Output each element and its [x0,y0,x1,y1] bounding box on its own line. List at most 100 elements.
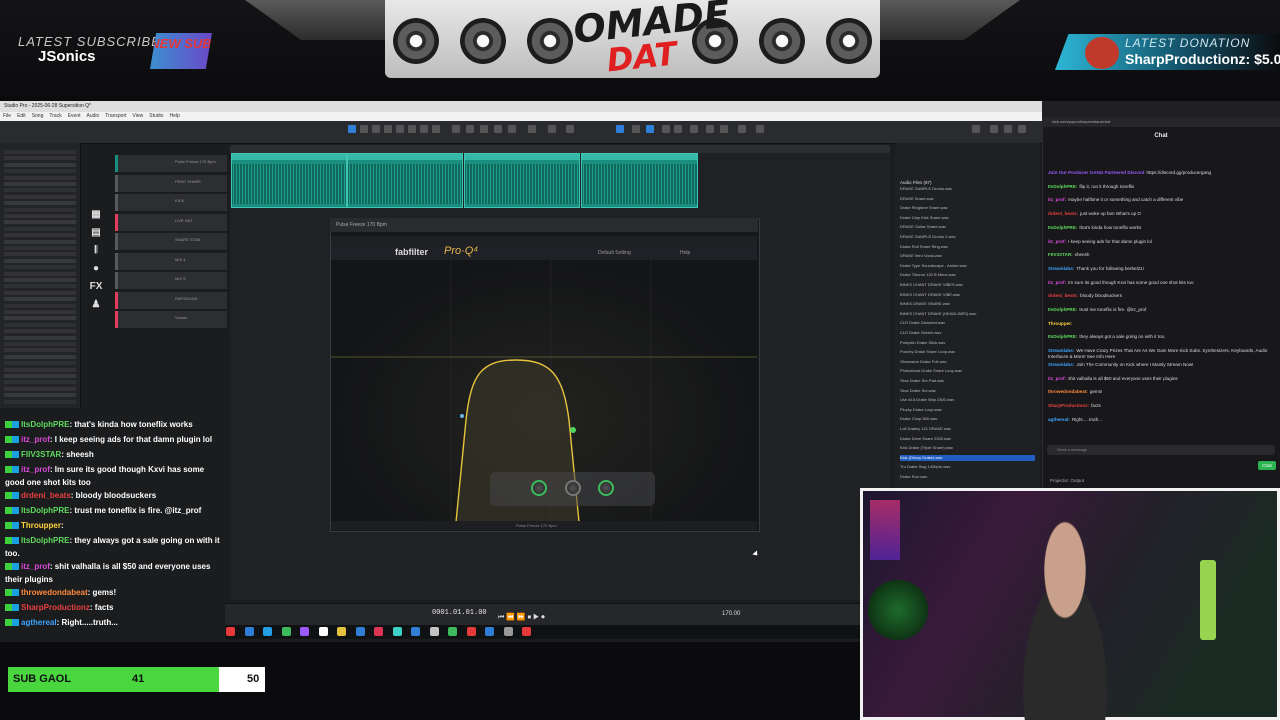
toolbar-button[interactable] [348,125,356,133]
browser-folder-title[interactable]: Audio Files (87) [900,180,932,185]
toolbar-button[interactable] [372,125,380,133]
inspector-row[interactable] [4,284,76,289]
inspector-row[interactable] [4,175,76,180]
menu-item[interactable]: View [133,113,144,119]
taskbar-app-icon[interactable] [263,627,272,636]
track-row[interactable]: MIX 5 [115,272,227,290]
inspector-row[interactable] [4,367,76,372]
taskbar-app-icon[interactable] [226,627,235,636]
browser-item[interactable]: CLR Drake Distorted.wav [900,320,1035,326]
inspector-row[interactable] [4,226,76,231]
inspector-row[interactable] [4,348,76,353]
toolbar-button[interactable] [738,125,746,133]
inspector-row[interactable] [4,342,76,346]
drum-icon[interactable]: ▤ [88,227,104,241]
address-bar[interactable]: kick.com/popout/supersitara/chat [1042,117,1280,127]
menu-item[interactable]: Track [49,113,61,119]
toolbar-button[interactable] [480,125,488,133]
browser-item[interactable]: Drake Run.wav [900,474,1035,480]
chat-send-button[interactable]: Chat [1258,461,1276,470]
inspector-row[interactable] [4,220,76,225]
menu-item[interactable]: Studio [149,113,163,119]
toolbar-button[interactable] [756,125,764,133]
freq-knob[interactable] [531,480,547,496]
proq-title-bar[interactable]: Pulse Freeze 170 Bpm [330,218,758,232]
audio-clip[interactable]: Pulse Freeze 170 Bpm [231,153,347,208]
toolbar-button[interactable] [432,125,440,133]
inspector-row[interactable] [4,329,76,334]
inspector-row[interactable] [4,322,76,327]
track-row[interactable]: LIVE HAT [115,213,227,232]
audio-clip[interactable]: Pulse Freeze 170 Bpm [581,153,698,208]
browser-item[interactable]: CLR Drake Sketch.wav [900,330,1035,336]
toolbar-button[interactable] [528,125,536,133]
browser-item[interactable]: Punchy Drake Snare Loop.wav [900,349,1035,355]
toolbar-button[interactable] [972,125,980,133]
track-row[interactable]: Vocals [115,311,227,329]
gain-knob[interactable] [565,480,581,496]
inspector-row[interactable] [4,150,76,154]
chat-input[interactable]: Send a message [1047,445,1275,455]
track-row[interactable]: PERC SHARE [115,174,227,193]
browser-item[interactable]: Drake Clap Kick Snare.wav [900,215,1035,221]
piano-icon[interactable]: 𝄃 [88,245,104,259]
toolbar-button[interactable] [616,125,624,133]
taskbar-app-icon[interactable] [300,627,309,636]
taskbar-app-icon[interactable] [429,627,439,636]
browser-item[interactable]: Drake Drive Snare 2300.wav [900,436,1035,442]
browser-item[interactable]: Lofi Drakey 121 DRAKE.wav [900,426,1035,432]
track-row[interactable]: KICK [115,194,227,212]
audio-clip[interactable]: Pulse Freeze 170 Bpm [347,153,463,208]
inspector-row[interactable] [4,188,76,193]
inspector-row[interactable] [4,374,76,378]
browser-item[interactable]: DRAKE SAMPLE Drums 2.wav [900,234,1035,240]
toolbar-button[interactable] [566,125,574,133]
taskbar-app-icon[interactable] [522,627,531,636]
menu-item[interactable]: Song [32,113,44,119]
toolbar-button[interactable] [452,125,460,133]
menu-item[interactable]: File [3,113,11,119]
track-row[interactable]: Pulse Freeze 170 Bpm [115,155,227,173]
toolbar-button[interactable] [408,125,416,133]
browser-item[interactable]: Tru Drake Swg 140bpm.wav [900,464,1035,470]
inspector-row[interactable] [4,162,76,167]
toolbar-button[interactable] [646,125,654,133]
taskbar-app-icon[interactable] [244,627,254,636]
browser-item[interactable]: Use At A Drake Way 2300.wav [900,397,1035,403]
toolbar-button[interactable] [1018,125,1026,133]
timeline-ruler[interactable] [230,145,890,153]
audio-clip[interactable]: Pulse Freeze 170 Bpm [464,153,580,208]
inspector-row[interactable] [4,386,76,391]
inspector-row[interactable] [4,194,76,199]
taskbar-app-icon[interactable] [485,627,494,636]
transport-controls[interactable]: ⏮ ⏪ ⏩ ⏹ ▶ ⏺ [498,613,545,622]
browser-item[interactable]: Pumpkin Drake Stick.wav [900,340,1035,346]
toolbar-button[interactable] [662,125,670,133]
taskbar-app-icon[interactable] [411,627,420,636]
toolbar-button[interactable] [690,125,698,133]
taskbar-app-icon[interactable] [466,627,476,636]
inspector-row[interactable] [4,265,76,270]
browser-item[interactable]: Drake Ringtone Snare.wav [900,205,1035,211]
inspector-row[interactable] [4,207,76,212]
toolbar-button[interactable] [384,125,392,133]
keyboard-icon[interactable]: ▦ [88,209,104,223]
browser-item[interactable]: DRAKE Intro Vocal.wav [900,253,1035,259]
menu-item[interactable]: Help [169,113,179,119]
taskbar-app-icon[interactable] [392,627,402,636]
inspector-row[interactable] [4,182,76,186]
inspector-row[interactable] [4,361,76,366]
q-knob[interactable] [598,480,614,496]
toolbar-button[interactable] [674,125,682,133]
taskbar-app-icon[interactable] [318,627,328,636]
inspector-row[interactable] [4,271,76,276]
inspector-row[interactable] [4,156,76,161]
browser-item[interactable]: DRAKE Snare.wav [900,196,1035,202]
browser-item[interactable]: Drake Roll Snare Ring.wav [900,244,1035,250]
menu-item[interactable]: Audio [87,113,100,119]
menu-item[interactable]: Event [68,113,81,119]
taskbar-app-icon[interactable] [503,627,513,636]
toolbar-button[interactable] [420,125,428,133]
browser-tab-bar[interactable] [1042,101,1280,117]
tempo-display[interactable]: 170.00 [722,611,740,617]
